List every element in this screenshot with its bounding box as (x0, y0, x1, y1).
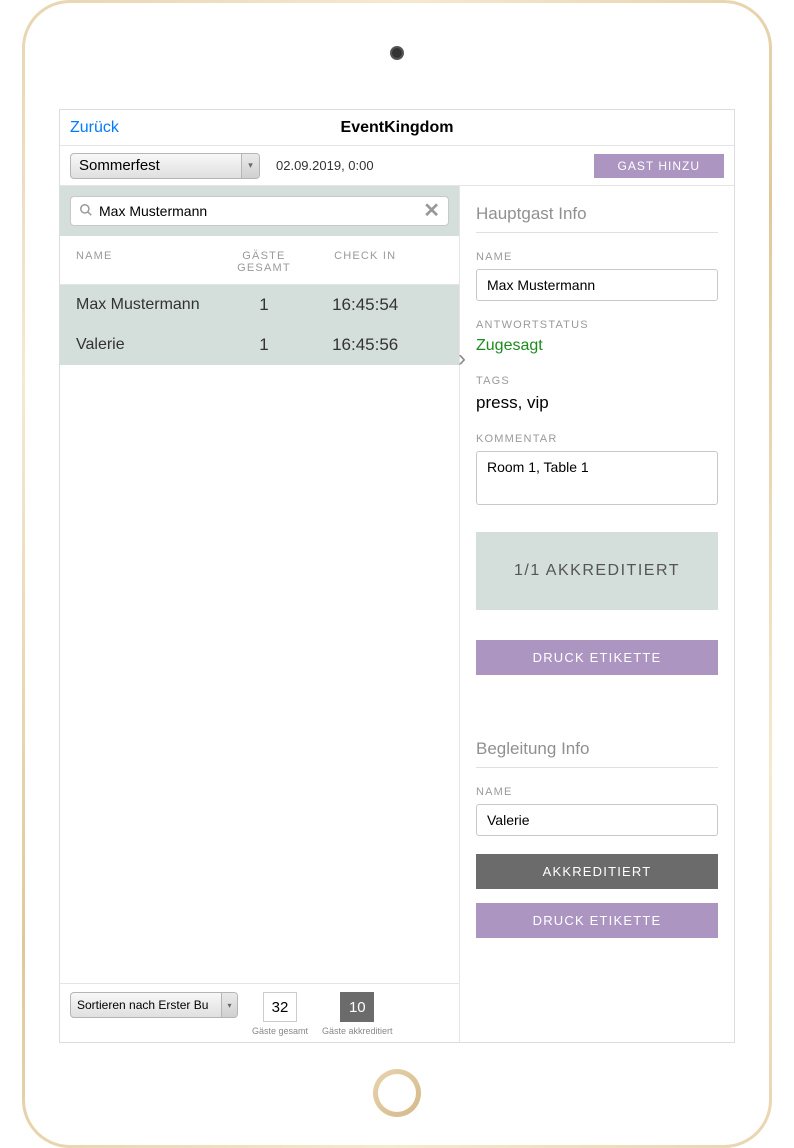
guest-checkin: 16:45:54 (307, 295, 423, 315)
guest-count: 1 (221, 295, 308, 315)
nav-bar: Zurück EventKingdom (60, 110, 734, 146)
guest-row[interactable]: Valerie 1 16:45:56 › (60, 325, 459, 365)
table-header: NAME GÄSTE GESAMT CHECK IN (60, 236, 459, 285)
companion-section-title: Begleitung Info (476, 739, 718, 768)
print-label-button[interactable]: DRUCK ETIKETTE (476, 640, 718, 675)
content-area: ✕ NAME GÄSTE GESAMT CHECK IN Max Musterm… (60, 186, 734, 1042)
guest-name: Valerie (76, 336, 221, 354)
search-box[interactable]: ✕ (70, 196, 449, 226)
total-guests-label: Gäste gesamt (252, 1026, 308, 1036)
guest-rows: Max Mustermann 1 16:45:54 Valerie 1 16:4… (60, 285, 459, 983)
add-guest-button[interactable]: GAST HINZU (594, 154, 724, 178)
clear-search-icon[interactable]: ✕ (423, 201, 440, 221)
event-dropdown[interactable]: Sommerfest ▾ (70, 153, 260, 179)
chevron-right-icon: › (458, 345, 466, 373)
companion-name-input[interactable] (476, 804, 718, 836)
chevron-down-icon: ▾ (221, 993, 237, 1017)
header-guests: GÄSTE GESAMT (221, 250, 308, 274)
guest-row[interactable]: Max Mustermann 1 16:45:54 (60, 285, 459, 325)
comment-input[interactable] (476, 451, 718, 505)
companion-name-label: NAME (476, 786, 718, 798)
total-guests-value: 32 (263, 992, 297, 1022)
guest-count: 1 (221, 335, 308, 355)
tags-label: TAGS (476, 375, 718, 387)
search-container: ✕ (60, 186, 459, 236)
back-button[interactable]: Zurück (70, 119, 119, 137)
total-guests-box: 32 Gäste gesamt (252, 992, 308, 1036)
print-companion-label-button[interactable]: DRUCK ETIKETTE (476, 903, 718, 938)
tablet-frame: Zurück EventKingdom Sommerfest ▾ 02.09.2… (22, 0, 772, 1148)
comment-label: KOMMENTAR (476, 433, 718, 445)
tablet-bezel: Zurück EventKingdom Sommerfest ▾ 02.09.2… (25, 3, 769, 1145)
accredited-guests-label: Gäste akkreditiert (322, 1026, 393, 1036)
detail-panel: Hauptgast Info NAME ANTWORTSTATUS Zugesa… (460, 186, 734, 1042)
home-button[interactable] (373, 1069, 421, 1117)
status-value: Zugesagt (476, 337, 718, 355)
status-label: ANTWORTSTATUS (476, 319, 718, 331)
guest-checkin: 16:45:56 (307, 335, 423, 355)
sort-dropdown[interactable]: Sortieren nach Erster Bu ▾ (70, 992, 238, 1018)
accredit-button[interactable]: AKKREDITIERT (476, 854, 718, 889)
header-name: NAME (76, 250, 221, 274)
event-dropdown-value: Sommerfest (79, 157, 160, 174)
accredited-status: 1/1 AKKREDITIERT (476, 532, 718, 610)
header-checkin: CHECK IN (307, 250, 423, 274)
accredited-guests-box: 10 Gäste akkreditiert (322, 992, 393, 1036)
main-guest-name-input[interactable] (476, 269, 718, 301)
app-screen: Zurück EventKingdom Sommerfest ▾ 02.09.2… (59, 109, 735, 1043)
sort-dropdown-value: Sortieren nach Erster Bu (77, 998, 208, 1012)
main-guest-section-title: Hauptgast Info (476, 204, 718, 233)
camera-icon (390, 46, 404, 60)
event-date: 02.09.2019, 0:00 (276, 158, 374, 173)
toolbar: Sommerfest ▾ 02.09.2019, 0:00 GAST HINZU (60, 146, 734, 186)
search-icon (79, 203, 93, 220)
chevron-down-icon: ▾ (241, 154, 259, 178)
home-button-ring (378, 1074, 416, 1112)
tags-value: press, vip (476, 393, 718, 413)
name-label: NAME (476, 251, 718, 263)
guest-name: Max Mustermann (76, 296, 221, 314)
guest-list-panel: ✕ NAME GÄSTE GESAMT CHECK IN Max Musterm… (60, 186, 460, 1042)
bottom-bar: Sortieren nach Erster Bu ▾ 32 Gäste gesa… (60, 983, 459, 1042)
accredited-guests-value: 10 (340, 992, 374, 1022)
search-input[interactable] (99, 203, 417, 219)
app-title: EventKingdom (341, 119, 454, 137)
